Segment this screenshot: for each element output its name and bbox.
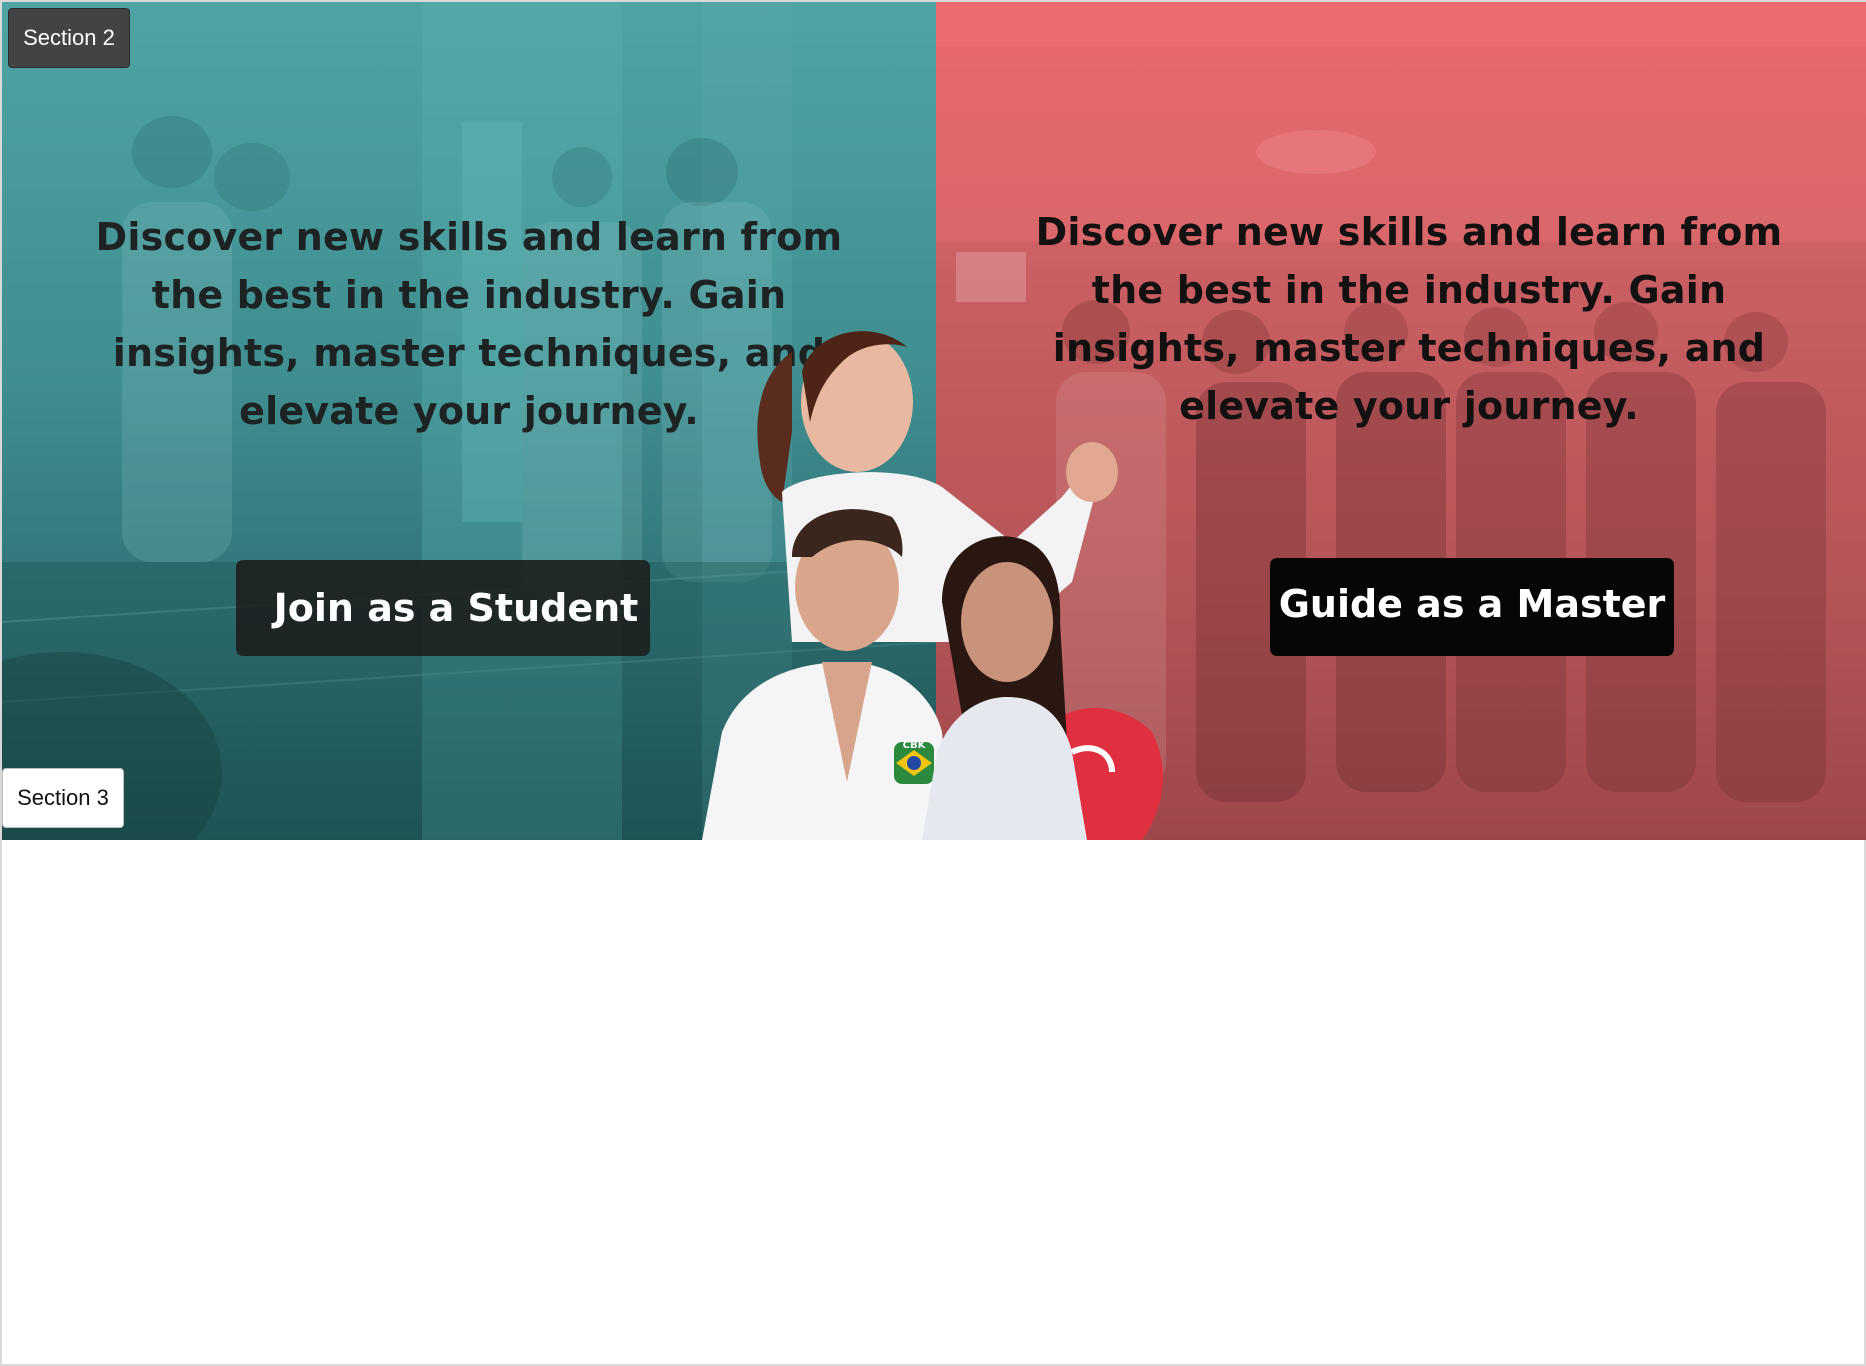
badge-text: CBK [903, 740, 927, 751]
join-as-student-label: Join as a Student [273, 586, 639, 630]
section-3-tag[interactable]: Section 3 [2, 768, 124, 828]
martial-arts-fighters-image: CBK [702, 331, 1163, 840]
section-2-tag[interactable]: Section 2 [8, 8, 130, 68]
guide-as-master-label: Guide as a Master [1278, 582, 1666, 626]
hero-section: Discover new skills and learn from the b… [2, 2, 1866, 840]
empty-content-area [2, 840, 1864, 1364]
guide-as-master-button[interactable]: Guide as a Master [1270, 558, 1674, 656]
page: Discover new skills and learn from the b… [0, 0, 1866, 1366]
join-as-student-button[interactable]: Join as a Student [236, 560, 650, 656]
